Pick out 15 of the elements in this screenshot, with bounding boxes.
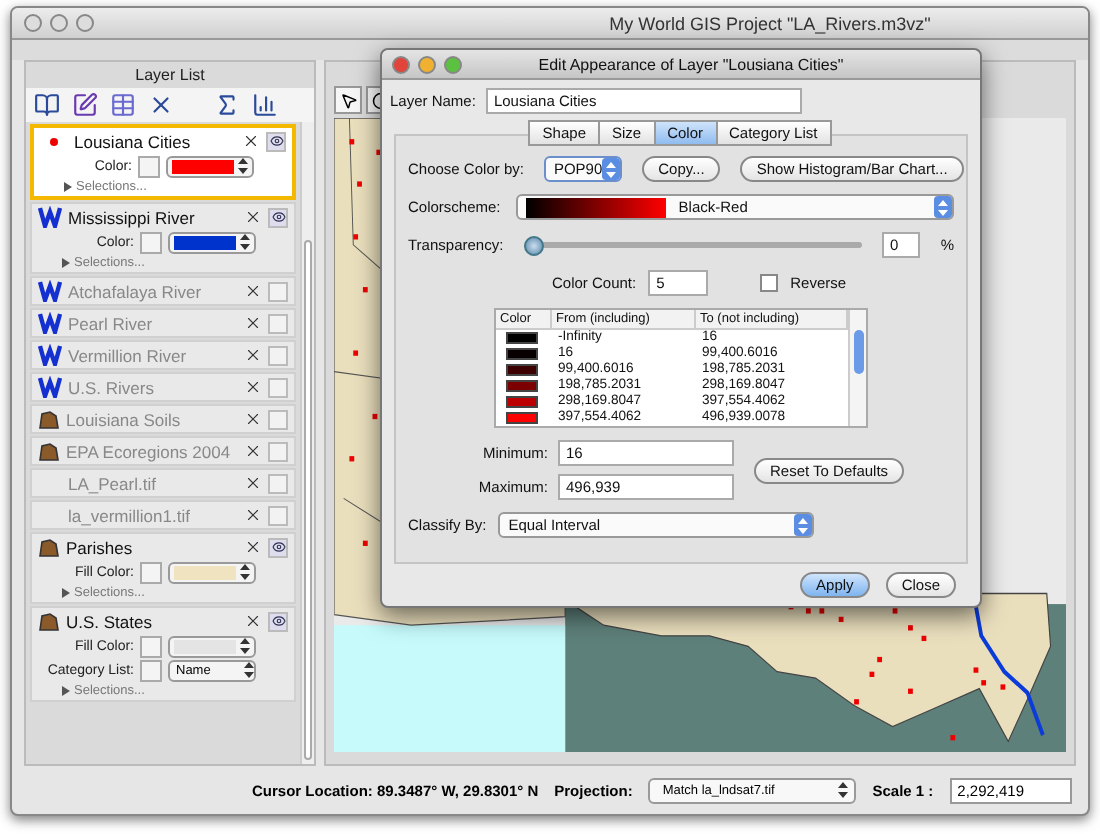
layer-name: Pearl River	[68, 313, 155, 333]
layer-name: LA_Pearl.tif	[68, 473, 158, 493]
window-title: My World GIS Project "LA_Rivers.m3vz"	[607, 13, 933, 33]
layer-name: U.S. Rivers	[68, 377, 156, 397]
layer-name: Lousiana Cities	[74, 131, 193, 151]
layer-name: Vermillion River	[68, 345, 189, 365]
layer-name: Parishes	[66, 537, 135, 557]
layer-name: EPA Ecoregions 2004	[66, 441, 233, 461]
layer-name: la_vermillion1.tif	[68, 505, 192, 525]
layer-name: U.S. States	[66, 611, 154, 631]
dialog-title: Edit Appearance of Layer "Lousiana Cities"	[536, 55, 846, 73]
panel-title: Layer List	[133, 64, 207, 88]
layer-name: Mississippi River	[68, 207, 197, 227]
layer-name: Louisiana Soils	[66, 409, 183, 429]
layer-name: Atchafalaya River	[68, 281, 204, 301]
